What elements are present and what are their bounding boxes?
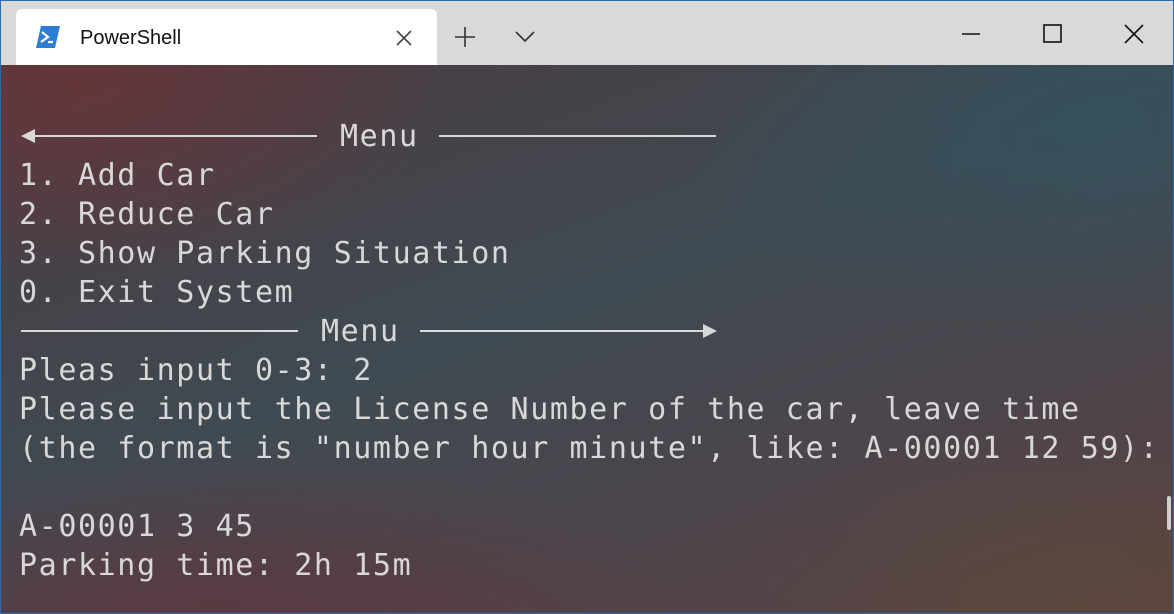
tab-title: PowerShell [80,27,182,49]
terminal-window: PowerShell Menu 1. Add Car 2. Reduce Car… [0,0,1174,614]
menu-item: 1. Add Car [19,158,216,193]
menu-top-label: Menu [340,119,419,154]
menu-bottom-label: Menu [321,314,400,349]
title-bar: PowerShell [1,1,1173,65]
terminal-output[interactable]: Menu 1. Add Car 2. Reduce Car 3. Show Pa… [1,65,1173,613]
powershell-icon [36,26,60,48]
prompt-line: Pleas input 0-3: 2 [19,353,373,388]
tab-powershell[interactable]: PowerShell [16,9,437,65]
minimize-icon[interactable] [954,17,988,51]
instruction-line: Please input the License Number of the c… [19,392,1081,427]
format-line: (the format is "number hour minute", lik… [19,431,1160,466]
right-arrow-icon [703,324,717,338]
scrollbar-thumb[interactable] [1167,496,1171,530]
menu-item: 3. Show Parking Situation [19,236,511,271]
result-line: Parking time: 2h 15m [19,548,413,583]
tab-close-icon[interactable] [395,29,413,47]
close-icon[interactable] [1117,17,1151,51]
menu-item: 2. Reduce Car [19,197,275,232]
chevron-down-icon[interactable] [514,29,536,45]
input-line: A-00001 3 45 [19,509,255,544]
maximize-icon[interactable] [1036,17,1070,51]
menu-item: 0. Exit System [19,275,295,310]
plus-icon[interactable] [453,25,477,49]
